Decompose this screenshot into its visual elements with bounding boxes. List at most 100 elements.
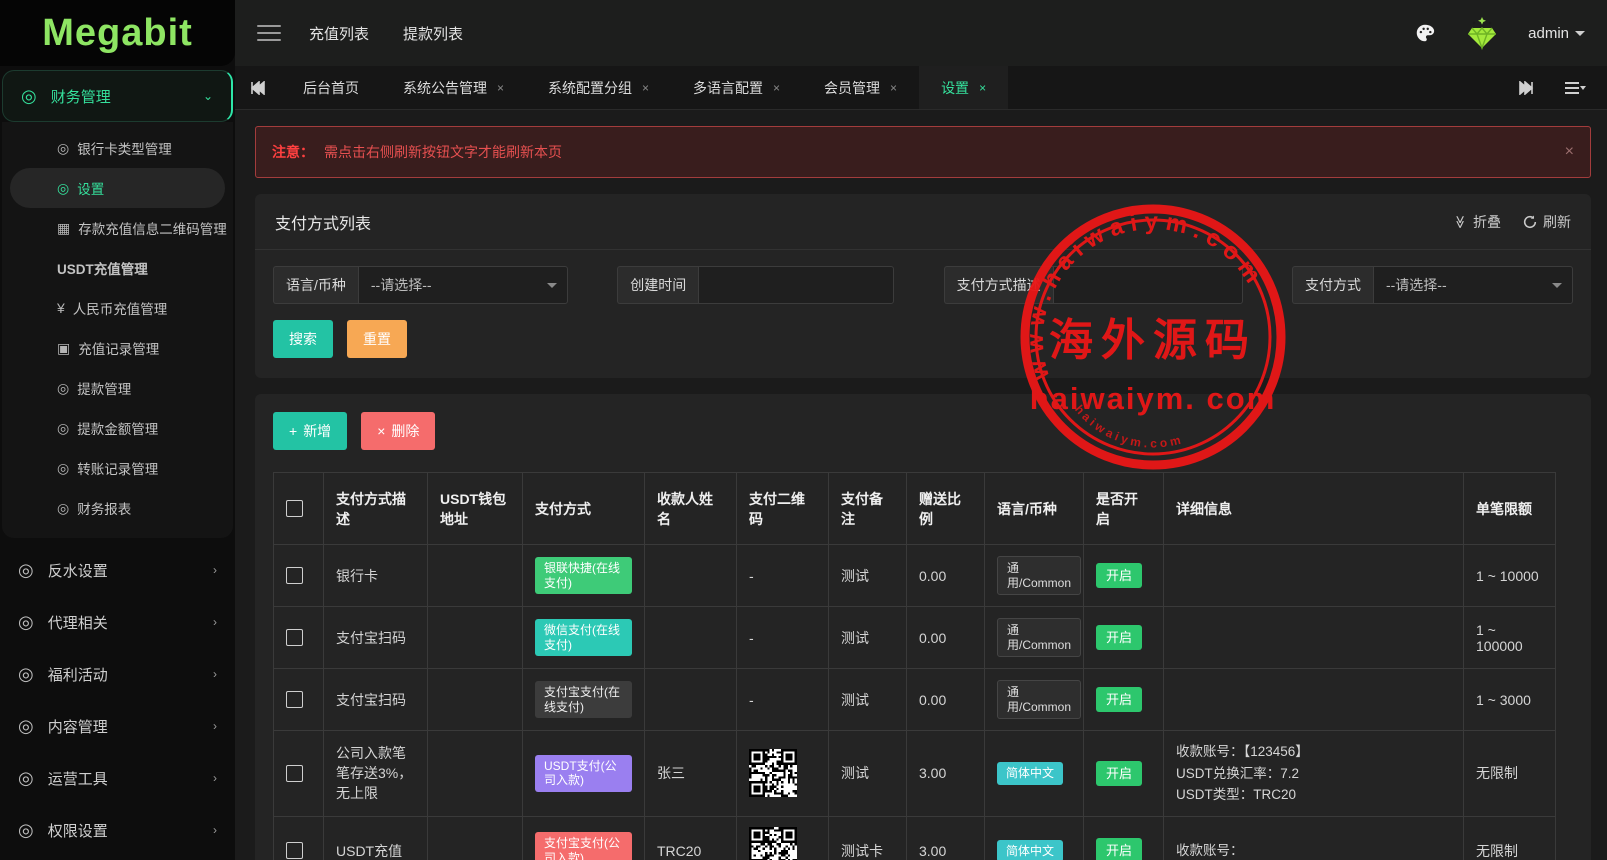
sidebar-item-withdraw-amount[interactable]: ◎ 提款金额管理: [2, 408, 233, 448]
method-desc-input[interactable]: [1052, 266, 1243, 304]
tabs-scroll-left-icon[interactable]: [235, 66, 281, 109]
hamburger-icon[interactable]: [257, 20, 281, 46]
sidebar-item-usdt-recharge[interactable]: USDT充值管理: [2, 248, 233, 288]
nav-withdraw-list[interactable]: 提款列表: [403, 23, 463, 44]
user-menu[interactable]: admin: [1528, 25, 1585, 42]
row-checkbox[interactable]: [286, 629, 303, 646]
sidebar-group-welfare[interactable]: ◎ 福利活动 ›: [0, 648, 235, 700]
col-method: 支付方式: [522, 472, 645, 545]
col-method-desc: 支付方式描述: [323, 472, 428, 545]
close-icon[interactable]: ×: [890, 81, 897, 95]
method-badge: 支付宝支付(公司入款): [535, 832, 632, 860]
refresh-button[interactable]: 刷新: [1523, 212, 1571, 232]
close-icon[interactable]: ×: [642, 81, 649, 95]
filter-label: 创建时间: [617, 266, 699, 304]
search-button[interactable]: 搜索: [273, 320, 333, 358]
row-checkbox[interactable]: [286, 691, 303, 708]
submenu-label: 转账记录管理: [77, 462, 159, 477]
tab-config-group[interactable]: 系统配置分组 ×: [526, 66, 671, 109]
method-select[interactable]: --请选择--: [1372, 266, 1573, 304]
language-badge: 简体中文: [997, 762, 1064, 785]
sidebar-group-rebate[interactable]: ◎ 反水设置 ›: [0, 544, 235, 596]
close-icon[interactable]: ×: [979, 81, 986, 95]
sidebar-item-transfer-records[interactable]: ◎ 转账记录管理: [2, 448, 233, 488]
sidebar-item-withdraw-mgmt[interactable]: ◎ 提款管理: [2, 368, 233, 408]
circle-icon: ◎: [57, 459, 70, 476]
language-badge: 通用/Common: [997, 556, 1081, 595]
logo-container[interactable]: Megabit: [0, 0, 235, 66]
sidebar-item-finance-report[interactable]: ◎ 财务报表: [2, 488, 233, 528]
delete-button[interactable]: × 删除: [361, 412, 436, 450]
tabs: 后台首页 系统公告管理 × 系统配置分组 × 多语言配置 × 会员管理 × 设置…: [281, 66, 1503, 109]
status-badge: 开启: [1096, 562, 1143, 589]
sidebar-group-operation[interactable]: ◎ 运营工具 ›: [0, 752, 235, 804]
tab-settings[interactable]: 设置 ×: [919, 66, 1009, 109]
chevron-right-icon: ›: [213, 667, 217, 681]
filter-row: 语言/币种 --请选择-- 创建时间 支付方式描述 支付方式 --请选择--: [273, 266, 1573, 304]
table-row: 银行卡 银联快捷(在线支付) - 测试 0.00 通用/Common 开启 1 …: [273, 544, 1556, 607]
row-checkbox[interactable]: [286, 764, 303, 782]
select-all-checkbox[interactable]: [286, 500, 303, 517]
sidebar-group-permission[interactable]: ◎ 权限设置 ›: [0, 804, 235, 856]
tab-announcement[interactable]: 系统公告管理 ×: [381, 66, 526, 109]
create-time-input[interactable]: [698, 266, 895, 304]
brand-logo: Megabit: [42, 11, 193, 54]
tabs-scroll-right-icon[interactable]: [1503, 80, 1549, 95]
col-ratio: 赠送比例: [906, 472, 985, 545]
qrcode-image[interactable]: [749, 826, 797, 860]
sidebar-item-bankcard-type[interactable]: ◎ 银行卡类型管理: [2, 128, 233, 168]
table-header-row: 支付方式描述 USDT钱包地址 支付方式 收款人姓名 支付二维码 支付备注 赠送…: [273, 472, 1556, 545]
row-checkbox[interactable]: [286, 842, 303, 860]
sidebar-group-label: 财务管理: [50, 88, 111, 106]
status-badge: 开启: [1096, 760, 1143, 787]
yen-icon: ¥: [57, 300, 65, 316]
group-label: 代理相关: [47, 614, 108, 632]
filter-buttons: 搜索 重置: [273, 320, 1573, 358]
panel-header: 支付方式列表 ≫ 折叠 刷新: [255, 194, 1591, 250]
close-icon[interactable]: ×: [773, 81, 780, 95]
qrcode-image[interactable]: [749, 749, 797, 798]
sidebar-group-finance[interactable]: ◎ 财务管理 ⌄: [2, 70, 233, 122]
page-content: 注意： 需点击右侧刷新按钮文字才能刷新本页 × 支付方式列表 ≫ 折叠 刷新 语…: [235, 110, 1607, 860]
x-icon: ×: [377, 423, 386, 439]
tabbar-right: [1503, 66, 1607, 109]
username: admin: [1528, 24, 1569, 42]
add-button[interactable]: + 新增: [273, 412, 348, 450]
group-label: 运营工具: [47, 770, 108, 788]
tab-members[interactable]: 会员管理 ×: [802, 66, 919, 109]
col-payee: 收款人姓名: [644, 472, 737, 545]
sidebar-item-settings[interactable]: ◎ 设置: [10, 168, 225, 208]
group-label: 权限设置: [47, 822, 108, 840]
main-area: 充值列表 提款列表 admin 后台首页 系统公告管理 × 系统配置分组 × 多…: [235, 0, 1607, 860]
nav-recharge-list[interactable]: 充值列表: [309, 23, 369, 44]
group-label: 内容管理: [47, 718, 108, 736]
filter-label: 支付方式描述: [943, 266, 1053, 304]
language-select[interactable]: --请选择--: [357, 266, 568, 304]
row-checkbox[interactable]: [286, 567, 303, 584]
language-badge: 通用/Common: [997, 618, 1081, 657]
gem-icon[interactable]: [1462, 15, 1502, 51]
chevron-right-icon: ›: [213, 563, 217, 577]
sidebar-item-rmb-recharge[interactable]: ¥ 人民币充值管理: [2, 288, 233, 328]
sidebar-item-recharge-records[interactable]: ▣ 充值记录管理: [2, 328, 233, 368]
top-nav: 充值列表 提款列表: [309, 23, 463, 44]
submenu-label: 人民币充值管理: [72, 302, 168, 317]
caret-down-icon: [1575, 30, 1585, 36]
tabs-menu-icon[interactable]: [1557, 81, 1593, 95]
submenu-label: 设置: [77, 182, 105, 197]
top-header: 充值列表 提款列表 admin: [235, 0, 1607, 66]
close-icon[interactable]: ×: [497, 81, 504, 95]
circle-icon: ◎: [57, 419, 70, 436]
palette-icon[interactable]: [1414, 22, 1436, 44]
sidebar-group-content[interactable]: ◎ 内容管理 ›: [0, 700, 235, 752]
table-row: 支付宝扫码 微信支付(在线支付) - 测试 0.00 通用/Common 开启: [273, 606, 1556, 669]
sidebar-group-agent[interactable]: ◎ 代理相关 ›: [0, 596, 235, 648]
qrcode-cell: -: [736, 544, 829, 607]
sidebar-item-deposit-qrcode[interactable]: ▦ 存款充值信息二维码管理: [2, 208, 233, 248]
tab-dashboard[interactable]: 后台首页: [281, 66, 381, 109]
reset-button[interactable]: 重置: [347, 320, 407, 358]
submenu-label: 财务报表: [77, 502, 132, 517]
tab-multilang[interactable]: 多语言配置 ×: [671, 66, 802, 109]
collapse-button[interactable]: ≫ 折叠: [1453, 212, 1501, 232]
alert-close-icon[interactable]: ×: [1565, 143, 1574, 161]
